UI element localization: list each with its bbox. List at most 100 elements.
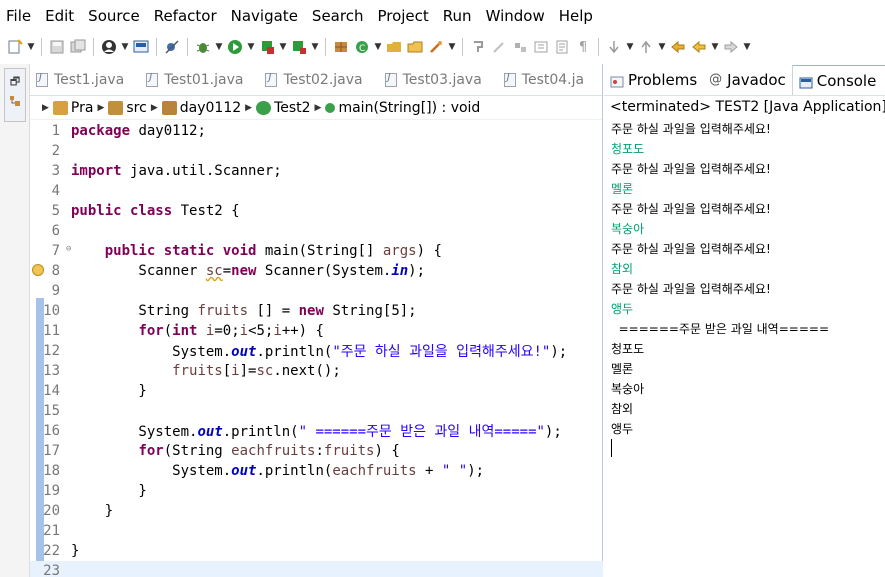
save-icon[interactable] bbox=[48, 38, 66, 56]
open-type-icon[interactable] bbox=[385, 38, 403, 56]
toolbar-separator bbox=[41, 38, 42, 56]
code-line[interactable]: 21 bbox=[30, 521, 603, 541]
tab-problems[interactable]: Problems bbox=[604, 65, 703, 95]
code-line[interactable]: 4 bbox=[30, 181, 603, 201]
menu-edit[interactable]: Edit bbox=[45, 7, 74, 25]
warning-icon[interactable] bbox=[32, 264, 44, 276]
class-icon bbox=[256, 100, 272, 115]
code-line[interactable]: 12 System.out.println("주문 하실 과일을 입력해주세요!… bbox=[30, 341, 603, 361]
package-explorer-icon[interactable] bbox=[8, 95, 22, 109]
prev-annotation-icon[interactable] bbox=[637, 38, 655, 56]
forward-icon[interactable] bbox=[722, 38, 740, 56]
next-annotation-dropdown-icon[interactable]: ▼ bbox=[626, 38, 634, 56]
breadcrumb-method[interactable]: main(String[]) : void bbox=[338, 100, 480, 116]
code-line[interactable]: 7 ⊖ public static void main(String[] args… bbox=[30, 241, 603, 261]
new-java-package-icon[interactable] bbox=[332, 38, 350, 56]
restore-icon[interactable]: 🗗 bbox=[8, 75, 22, 89]
search-dropdown-icon[interactable]: ▼ bbox=[448, 38, 456, 56]
code-line[interactable]: 11 for(int i=0;i<5;i++) { bbox=[30, 321, 603, 341]
code-line[interactable]: 22} bbox=[30, 541, 603, 561]
profile-dropdown-icon[interactable]: ▼ bbox=[121, 38, 129, 56]
code-line[interactable]: 19 } bbox=[30, 481, 603, 501]
breadcrumb-project[interactable]: Pra bbox=[71, 100, 94, 116]
pen-icon[interactable] bbox=[490, 38, 508, 56]
new-dropdown-icon[interactable]: ▼ bbox=[27, 38, 35, 56]
last-edit-icon[interactable] bbox=[669, 38, 687, 56]
code-line[interactable]: 9 bbox=[30, 281, 603, 301]
menu-run[interactable]: Run bbox=[443, 7, 472, 25]
new-icon[interactable] bbox=[6, 38, 24, 56]
word-wrap-icon[interactable] bbox=[553, 38, 571, 56]
menu-window[interactable]: Window bbox=[486, 7, 545, 25]
console-output[interactable]: 주문 하실 과일을 입력해주세요! 청포도 주문 하실 과일을 입력해주세요! 멜론 주… bbox=[604, 118, 885, 457]
next-annotation-icon[interactable] bbox=[605, 38, 623, 56]
menu-search[interactable]: Search bbox=[312, 7, 364, 25]
tab-console[interactable]: Console ✕ bbox=[791, 65, 885, 95]
line-number: 7 bbox=[51, 243, 60, 259]
debug-dropdown-icon[interactable]: ▼ bbox=[215, 38, 223, 56]
profile-icon[interactable] bbox=[100, 38, 118, 56]
class-name: Test2 { bbox=[180, 203, 240, 219]
tab-label: Problems bbox=[628, 71, 698, 89]
forward-dropdown-icon[interactable]: ▼ bbox=[743, 38, 751, 56]
annotation-icon[interactable] bbox=[469, 38, 487, 56]
chevron-right-icon: ▶ bbox=[314, 102, 322, 113]
fold-toggle-icon[interactable]: ⊖ bbox=[66, 244, 71, 254]
debug-icon[interactable] bbox=[194, 38, 212, 56]
breadcrumb-src[interactable]: src bbox=[126, 100, 146, 116]
code-line[interactable]: 15 bbox=[30, 401, 603, 421]
block-selection-icon[interactable] bbox=[511, 38, 529, 56]
code-line[interactable]: 3 import java.util.Scanner; bbox=[30, 161, 603, 181]
code-line[interactable]: 1 package day0112; bbox=[30, 121, 603, 141]
tab-test1[interactable]: Test1.java bbox=[30, 65, 140, 95]
back-dropdown-icon[interactable]: ▼ bbox=[711, 38, 719, 56]
external-tools-dropdown-icon[interactable]: ▼ bbox=[311, 38, 319, 56]
menu-navigate[interactable]: Navigate bbox=[231, 7, 298, 25]
console-input-line: 참외 bbox=[611, 261, 634, 276]
run-dropdown-icon[interactable]: ▼ bbox=[247, 38, 255, 56]
tab-test01[interactable]: Test01.java bbox=[140, 65, 259, 95]
code-line-active[interactable]: 23 bbox=[30, 561, 603, 577]
menu-refactor[interactable]: Refactor bbox=[154, 7, 217, 25]
prev-annotation-dropdown-icon[interactable]: ▼ bbox=[658, 38, 666, 56]
code-line[interactable]: 8 Scanner sc=new Scanner(System.in); bbox=[30, 261, 603, 281]
code-line[interactable]: 2 bbox=[30, 141, 603, 161]
external-tools-icon[interactable] bbox=[290, 38, 308, 56]
new-java-class-icon[interactable]: C bbox=[353, 38, 371, 56]
coverage-dropdown-icon[interactable]: ▼ bbox=[279, 38, 287, 56]
code-line[interactable]: 14 } bbox=[30, 381, 603, 401]
open-folder-icon[interactable] bbox=[406, 38, 424, 56]
show-whitespace-icon[interactable] bbox=[532, 38, 550, 56]
code-line[interactable]: 17 for(String eachfruits:fruits) { bbox=[30, 441, 603, 461]
breadcrumb-package[interactable]: day0112 bbox=[180, 100, 241, 116]
tab-test02[interactable]: Test02.java bbox=[259, 65, 378, 95]
code-line[interactable]: 16 System.out.println(" ======주문 받은 과일 내… bbox=[30, 421, 603, 441]
coverage-icon[interactable] bbox=[258, 38, 276, 56]
skip-breakpoints-icon[interactable] bbox=[163, 38, 181, 56]
code-line[interactable]: 10 String fruits [] = new String[5]; bbox=[30, 301, 603, 321]
tab-javadoc[interactable]: @ Javadoc bbox=[703, 65, 792, 95]
menu-help[interactable]: Help bbox=[559, 7, 593, 25]
tab-test04[interactable]: Test04.ja bbox=[498, 65, 600, 95]
menu-project[interactable]: Project bbox=[377, 7, 428, 25]
new-class-dropdown-icon[interactable]: ▼ bbox=[374, 38, 382, 56]
line-number: 5 bbox=[51, 203, 60, 219]
tab-test03[interactable]: Test03.java bbox=[379, 65, 498, 95]
pilcrow-icon[interactable]: ¶ bbox=[574, 38, 592, 56]
code-line[interactable]: 18 System.out.println(eachfruits + " "); bbox=[30, 461, 603, 481]
menu-source[interactable]: Source bbox=[88, 7, 140, 25]
back-icon[interactable] bbox=[690, 38, 708, 56]
run-icon[interactable] bbox=[226, 38, 244, 56]
menu-file[interactable]: File bbox=[6, 7, 31, 25]
terminal-icon[interactable] bbox=[132, 38, 150, 56]
line-number: 3 bbox=[51, 163, 60, 179]
breadcrumb-class[interactable]: Test2 bbox=[274, 100, 310, 116]
line-number: 18 bbox=[43, 463, 60, 479]
code-line[interactable]: 6 bbox=[30, 221, 603, 241]
save-all-icon[interactable] bbox=[69, 38, 87, 56]
code-line[interactable]: 5 public class Test2 { bbox=[30, 201, 603, 221]
code-editor[interactable]: 1 package day0112; 2 3 import java.util.Sc… bbox=[30, 121, 603, 577]
search-tool-icon[interactable] bbox=[427, 38, 445, 56]
code-line[interactable]: 13 fruits[i]=sc.next(); bbox=[30, 361, 603, 381]
code-line[interactable]: 20 } bbox=[30, 501, 603, 521]
